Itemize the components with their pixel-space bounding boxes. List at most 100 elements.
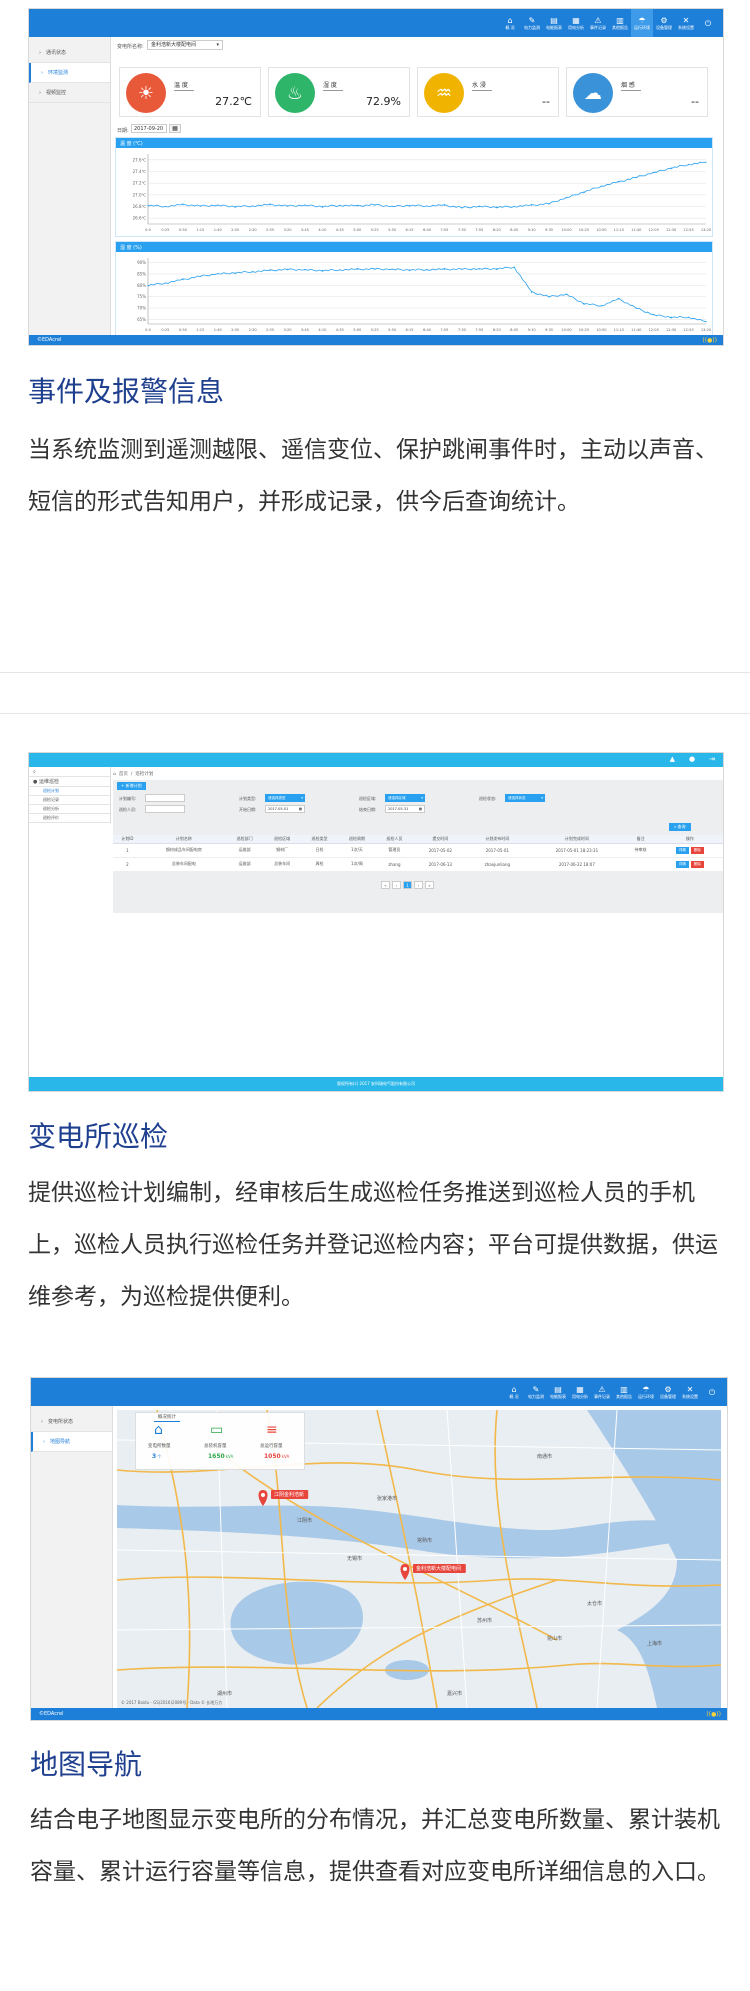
filter-label: 巡检区域: (359, 796, 377, 801)
y-tick-label: 90% (137, 260, 146, 265)
filter-date-value: 2017-05-31 (388, 807, 409, 811)
filter-select[interactable]: 请选择区域 ▾ (385, 794, 425, 802)
x-tick-label: 12:30 (666, 228, 677, 232)
sidebar-item[interactable]: 巡检记录 (29, 796, 110, 805)
x-tick-label: 0:50 (179, 228, 188, 232)
chevron-down-icon: ▾ (421, 796, 423, 800)
pager-button[interactable]: « (381, 881, 390, 889)
filter-input[interactable] (145, 805, 185, 813)
house-icon: ⌂ (511, 1384, 517, 1394)
nav-item[interactable]: ▥ 其他报告 (609, 9, 631, 37)
column-header: 巡检人员 (375, 835, 414, 844)
nav-item[interactable]: ☂ 运行环境 (635, 1378, 657, 1406)
calendar-icon[interactable]: ▦ (169, 124, 181, 133)
sidebar-item[interactable]: › 环境监测 (29, 63, 110, 83)
nav-item[interactable]: ✕ 系统设置 (679, 1378, 701, 1406)
humidity-chart-title: 湿 度 (%) (116, 242, 712, 252)
sidebar-item[interactable]: › 视频监控 (29, 83, 110, 103)
user-icon[interactable]: ● (689, 755, 695, 763)
chevron-right-icon: › (43, 1438, 45, 1445)
x-tick-label: 3:45 (301, 328, 309, 332)
section-heading-map: 地图导航 (30, 1749, 143, 1780)
stats-tab[interactable]: 概况统计 (154, 1413, 180, 1422)
filter-select[interactable]: 请选择类型 ▾ (265, 794, 305, 802)
nav-label: 电力监测 (528, 1393, 544, 1399)
nav-item[interactable]: ⚠ 事件记录 (587, 9, 609, 37)
pager-button[interactable]: ‹ (392, 881, 401, 889)
table-row[interactable]: 1 钢材成品车间配电房 运维部 钢材厂 日检 1次/天 管理员 2017-05-02 2017-… (113, 843, 723, 858)
nav-item[interactable]: ⚠ 事件记录 (591, 1378, 613, 1406)
search-button[interactable]: ⌕ 查询 (669, 823, 691, 831)
breadcrumb-home[interactable]: 首页 (119, 771, 128, 777)
alert-icon[interactable]: ▲ (670, 755, 675, 763)
stat-icon: ⌂ (154, 1422, 163, 1438)
sidebar-item[interactable]: › 变电所状态 (31, 1412, 112, 1432)
x-tick-label: 1:40 (214, 328, 223, 332)
x-tick-label: 5:50 (388, 328, 397, 332)
row-action-button[interactable]: 删除 (690, 860, 704, 868)
table-cell: zhaojunliang (467, 857, 528, 872)
map-city-label: 张家港市 (377, 1495, 397, 1502)
data-point (461, 268, 463, 270)
x-tick-label: 13:20 (701, 228, 712, 232)
env-card-name: 烟 感 (621, 82, 635, 89)
pager-button[interactable]: » (425, 881, 434, 889)
pager-button[interactable]: › (414, 881, 423, 889)
nav-item[interactable]: ⚙ 设备管理 (657, 1378, 679, 1406)
nav-item[interactable]: ▤ 电能报表 (543, 9, 565, 37)
pen-icon: ✎ (528, 15, 536, 25)
nav-item[interactable]: ⌂ 概 况 (499, 9, 521, 37)
filter-date[interactable]: 2017-05-31 ▦ (385, 805, 425, 813)
substation-selector[interactable]: 金利浩新大楼配电间 ▾ (147, 40, 223, 50)
data-point (269, 269, 271, 272)
nav-item[interactable]: ▥ 其他报告 (613, 1378, 635, 1406)
nav-item[interactable]: ⏻ (701, 1378, 723, 1406)
row-action-button[interactable]: 详情 (675, 846, 689, 854)
nav-item[interactable]: ✎ 电力监测 (525, 1378, 547, 1406)
sidebar-item[interactable]: 巡检评价 (29, 814, 110, 823)
filter-input[interactable] (145, 794, 185, 802)
sidebar-item[interactable]: 巡检分析 (29, 805, 110, 814)
pager-button[interactable]: 1 (403, 881, 412, 889)
filter-date[interactable]: 2017-05-01 ▦ (265, 805, 305, 813)
table-row[interactable]: 2 总装车间配电 运维部 总装车间 周检 1次/周 zhang 2017-06-13 zhaoj… (113, 857, 723, 872)
row-action-button[interactable]: 删除 (690, 846, 704, 854)
sidebar-group-header[interactable]: ● 运维巡检 (29, 777, 110, 787)
nav-item[interactable]: ✎ 电力监测 (521, 9, 543, 37)
nav-item[interactable]: ▤ 电能报表 (547, 1378, 569, 1406)
map-area[interactable]: 南通市 常熟市 苏州市 太仓市 昆山市 上海市 无锡市 江阴市 张家港市 湖州市 嘉兴市 江阴金利浩新… (117, 1410, 721, 1708)
nav-item[interactable]: ⌂ 概 况 (503, 1378, 525, 1406)
date-input[interactable]: 2017-09-20 (131, 124, 167, 133)
house-icon: ⌂ (507, 15, 513, 25)
substation-marker[interactable]: 江阴金利浩新 (258, 1490, 309, 1506)
sidebar-item[interactable]: › 地图导航 (31, 1432, 112, 1452)
table-cell: 钢材成品车间配电房 (141, 843, 226, 858)
data-point (252, 205, 254, 207)
filter-select[interactable]: 请选择状态 ▾ (505, 794, 545, 802)
data-point (548, 296, 550, 298)
data-point (600, 305, 602, 307)
sidebar-item[interactable]: 巡检计划 (29, 787, 110, 796)
sidebar-search[interactable]: ⌕ (29, 767, 110, 777)
sidebar-item-label: 巡检评价 (43, 815, 59, 820)
data-point (687, 316, 690, 318)
nav-item[interactable]: ⏻ (697, 9, 719, 37)
top-nav-bar: ⌂ 概 况 ✎ 电力监测 ▤ 电能报表 ▦ 用电分析 ⚠ 事件记录 ▥ 其他报告 ☂ 运行环境 ⚙ 设备管理 ✕… (29, 9, 723, 37)
logout-icon[interactable]: ⇥ (709, 755, 715, 763)
home-icon[interactable]: ⌂ (113, 772, 116, 777)
row-action-button[interactable]: 详情 (675, 860, 689, 868)
nav-item[interactable]: ☂ 运行环境 (631, 9, 653, 37)
nav-item[interactable]: ⚙ 设备管理 (653, 9, 675, 37)
date-label: 日期: (117, 128, 129, 134)
x-tick-label: 6:40 (423, 328, 432, 332)
x-tick-label: 1:40 (214, 228, 223, 232)
nav-item[interactable]: ✕ 系统设置 (675, 9, 697, 37)
env-card-underline (472, 90, 492, 91)
sidebar: › 变电所状态 › 地图导航 (31, 1406, 113, 1708)
sidebar-item[interactable]: › 通讯状态 (29, 43, 110, 63)
x-tick-label: 12:05 (649, 328, 659, 332)
add-plan-button[interactable]: + 新增计划 (117, 782, 146, 790)
env-card-icon: ☁ (573, 73, 613, 113)
nav-item[interactable]: ▦ 用电分析 (569, 1378, 591, 1406)
nav-item[interactable]: ▦ 用电分析 (565, 9, 587, 37)
